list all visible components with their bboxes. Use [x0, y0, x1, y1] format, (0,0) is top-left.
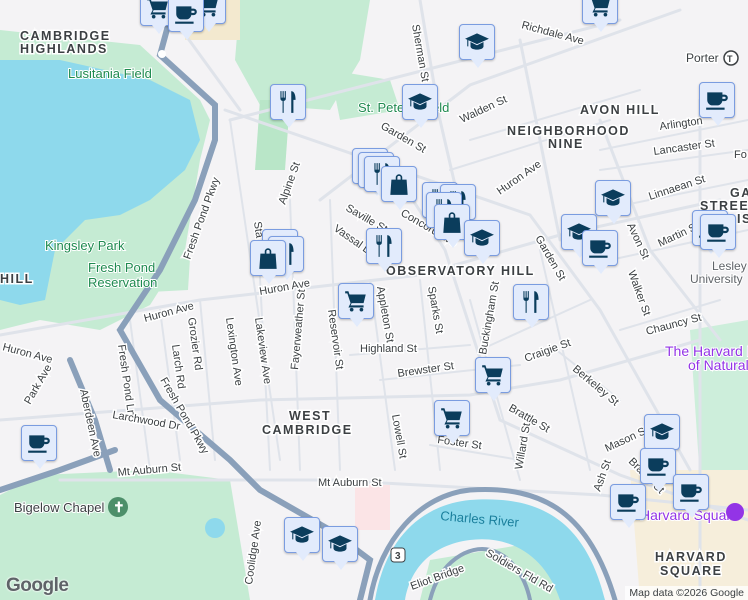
label-west-cambridge: WEST [289, 409, 331, 423]
street-label: Fo [734, 149, 747, 161]
label-bigelow-chapel: Bigelow Chapel [14, 500, 104, 515]
school-icon [469, 225, 495, 251]
label-cambridge-highlands: HIGHLANDS [20, 42, 108, 56]
school-icon [649, 419, 675, 445]
school-marker[interactable] [644, 414, 680, 458]
school-marker[interactable] [595, 180, 631, 224]
label-gas: IS [737, 212, 748, 226]
shopping-icon [255, 245, 281, 271]
label-fresh-pond: Reservation [88, 275, 157, 290]
school-icon [407, 89, 433, 115]
street-label: Willard St [513, 422, 533, 470]
google-logo: Google [6, 575, 69, 596]
restaurant-marker[interactable] [513, 284, 549, 328]
street-label: Mt Auburn St [318, 477, 382, 489]
coffee-icon [173, 1, 199, 27]
coffee-icon [645, 453, 671, 479]
coffee-marker[interactable] [673, 474, 709, 518]
school-marker[interactable] [459, 24, 495, 68]
restaurant-icon [275, 89, 301, 115]
street-label: Huron Ave [495, 158, 544, 197]
street-label: Lakeview Ave [252, 317, 273, 385]
restaurant-icon [371, 233, 397, 259]
street-label: Coolidge Ave [243, 520, 264, 586]
cart-icon [343, 288, 369, 314]
restaurant-marker[interactable] [270, 84, 306, 128]
label-harvard-square: SQUARE [660, 564, 722, 578]
route-number: 3 [395, 551, 401, 562]
street-label: Lexington Ave [223, 317, 244, 387]
street-label: Park Ave [22, 363, 54, 407]
school-icon [327, 531, 353, 557]
coffee-marker[interactable] [640, 448, 676, 492]
label-harvard-square: HARVARD [655, 550, 727, 564]
cart-icon [480, 362, 506, 388]
school-marker[interactable] [284, 517, 320, 561]
street-label: Linnaean St [647, 173, 707, 203]
coffee-icon [704, 87, 730, 113]
school-icon [289, 522, 315, 548]
street-label: Highland St [360, 343, 417, 355]
map-attribution[interactable]: Map data ©2026 Google [625, 586, 748, 600]
street-label: Walker St [625, 269, 652, 318]
label-neighborhood-nine: NEIGHBORHOOD [507, 124, 630, 138]
street-label: Aberdeen Ave [77, 388, 103, 458]
street-label: Huron Ave [1, 341, 54, 366]
coffee-marker[interactable] [700, 214, 736, 258]
restaurant-icon [518, 289, 544, 315]
label-fresh-pond: Fresh Pond [88, 260, 155, 275]
label-hill: HILL [0, 272, 34, 286]
street-label: Buckingham St [477, 281, 502, 356]
school-marker[interactable] [402, 84, 438, 128]
shopping-icon [386, 171, 412, 197]
coffee-marker[interactable] [699, 82, 735, 126]
shopping-marker[interactable] [381, 166, 417, 210]
street-label: Fayerweather St [289, 289, 308, 370]
roundabout [158, 50, 166, 58]
cart-icon [587, 0, 613, 19]
school-marker[interactable] [322, 526, 358, 570]
coffee-icon [678, 479, 704, 505]
coffee-icon [705, 219, 731, 245]
label-lesley[interactable]: Lesley [711, 258, 748, 274]
label-gas: GA [730, 186, 748, 200]
coffee-icon [587, 235, 613, 261]
school-marker[interactable] [464, 220, 500, 264]
cart-marker[interactable] [475, 357, 511, 401]
label-kingsley-park: Kingsley Park [45, 238, 125, 253]
label-observatory-hill: OBSERVATORY HILL [386, 264, 535, 278]
street-label: Sparks St [425, 285, 445, 334]
label-west-cambridge: CAMBRIDGE [262, 423, 353, 437]
label-cambridge-highlands: CAMBRIDGE [20, 29, 111, 43]
label-lusitania-field: Lusitania Field [68, 66, 152, 81]
transit-t-icon: T [727, 54, 733, 64]
coffee-icon [26, 430, 52, 456]
label-lesley[interactable]: University [689, 271, 744, 287]
coffee-marker[interactable] [610, 484, 646, 528]
label-neighborhood-nine: NINE [548, 137, 584, 151]
cart-marker[interactable] [434, 400, 470, 444]
school-icon [464, 29, 490, 55]
coffee-icon [615, 489, 641, 515]
coffee-marker[interactable] [21, 425, 57, 469]
label-harvard-museum[interactable]: of Natural [687, 356, 748, 374]
cross-icon: ✝ [113, 499, 125, 515]
street-label: Walden St [458, 94, 509, 126]
cart-icon [439, 405, 465, 431]
camera-icon[interactable] [726, 503, 744, 521]
label-porter-station[interactable]: Porter [685, 50, 721, 67]
coffee-marker[interactable] [168, 0, 204, 40]
shopping-marker[interactable] [250, 240, 286, 284]
school-icon [600, 185, 626, 211]
cart-marker[interactable] [582, 0, 618, 32]
cart-marker[interactable] [338, 283, 374, 327]
label-avon-hill: AVON HILL [580, 103, 660, 117]
shopping-icon [439, 209, 465, 235]
street-label: Brewster St [397, 360, 455, 380]
restaurant-marker[interactable] [366, 228, 402, 272]
coffee-marker[interactable] [582, 230, 618, 274]
hospital-area [355, 485, 390, 530]
